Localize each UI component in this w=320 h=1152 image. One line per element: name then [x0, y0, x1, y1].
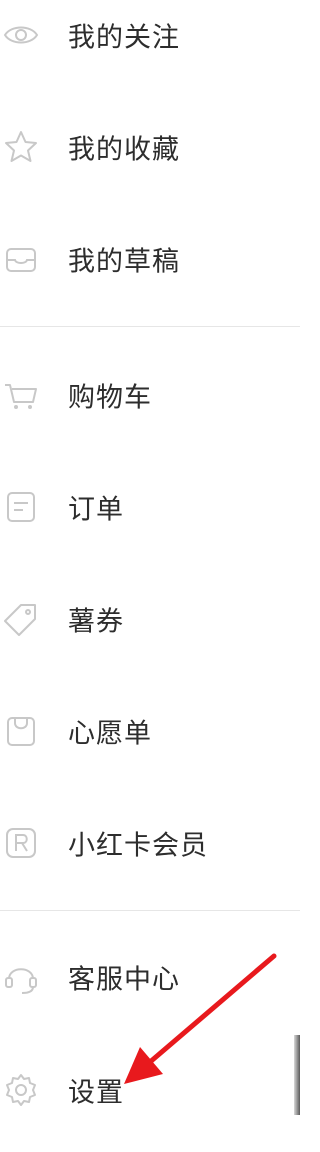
coupon-tag-icon: [2, 600, 40, 638]
section-divider: [0, 326, 300, 327]
eye-icon: [2, 16, 40, 54]
menu-item-coupons[interactable]: 薯券: [0, 574, 300, 664]
menu-item-settings[interactable]: 设置: [0, 1045, 300, 1135]
order-document-icon: [2, 488, 40, 526]
menu-item-label: 我的草稿: [68, 246, 180, 278]
menu-item-favorites[interactable]: 我的收藏: [0, 102, 300, 192]
menu-item-membership[interactable]: 小红卡会员: [0, 798, 300, 888]
registered-r-icon: [2, 824, 40, 862]
shopping-cart-icon: [2, 376, 40, 414]
menu-item-label: 设置: [68, 1077, 124, 1109]
wishlist-bag-icon: [2, 712, 40, 750]
menu-item-orders[interactable]: 订单: [0, 462, 300, 552]
gear-icon: [2, 1071, 40, 1109]
menu-item-label: 购物车: [68, 382, 152, 414]
menu-item-label: 订单: [68, 494, 124, 526]
panel-edge-shadow: [294, 1035, 300, 1115]
side-menu: 我的关注 我的收藏 我的草稿 购物车 订单 薯券 心愿单 小红卡会员 客服中心 …: [0, 0, 300, 1152]
menu-item-label: 我的关注: [68, 22, 180, 54]
menu-item-wishlist[interactable]: 心愿单: [0, 686, 300, 776]
menu-item-label: 薯券: [68, 606, 124, 638]
menu-item-shopping-cart[interactable]: 购物车: [0, 350, 300, 440]
menu-item-drafts[interactable]: 我的草稿: [0, 214, 300, 304]
menu-item-label: 心愿单: [68, 718, 152, 750]
inbox-tray-icon: [2, 240, 40, 278]
menu-item-label: 客服中心: [68, 964, 180, 996]
menu-item-customer-service[interactable]: 客服中心: [0, 932, 300, 1022]
section-divider: [0, 910, 300, 911]
menu-item-following[interactable]: 我的关注: [0, 0, 300, 80]
star-icon: [2, 128, 40, 166]
menu-item-label: 小红卡会员: [68, 830, 208, 862]
menu-item-label: 我的收藏: [68, 134, 180, 166]
headset-icon: [2, 958, 40, 996]
